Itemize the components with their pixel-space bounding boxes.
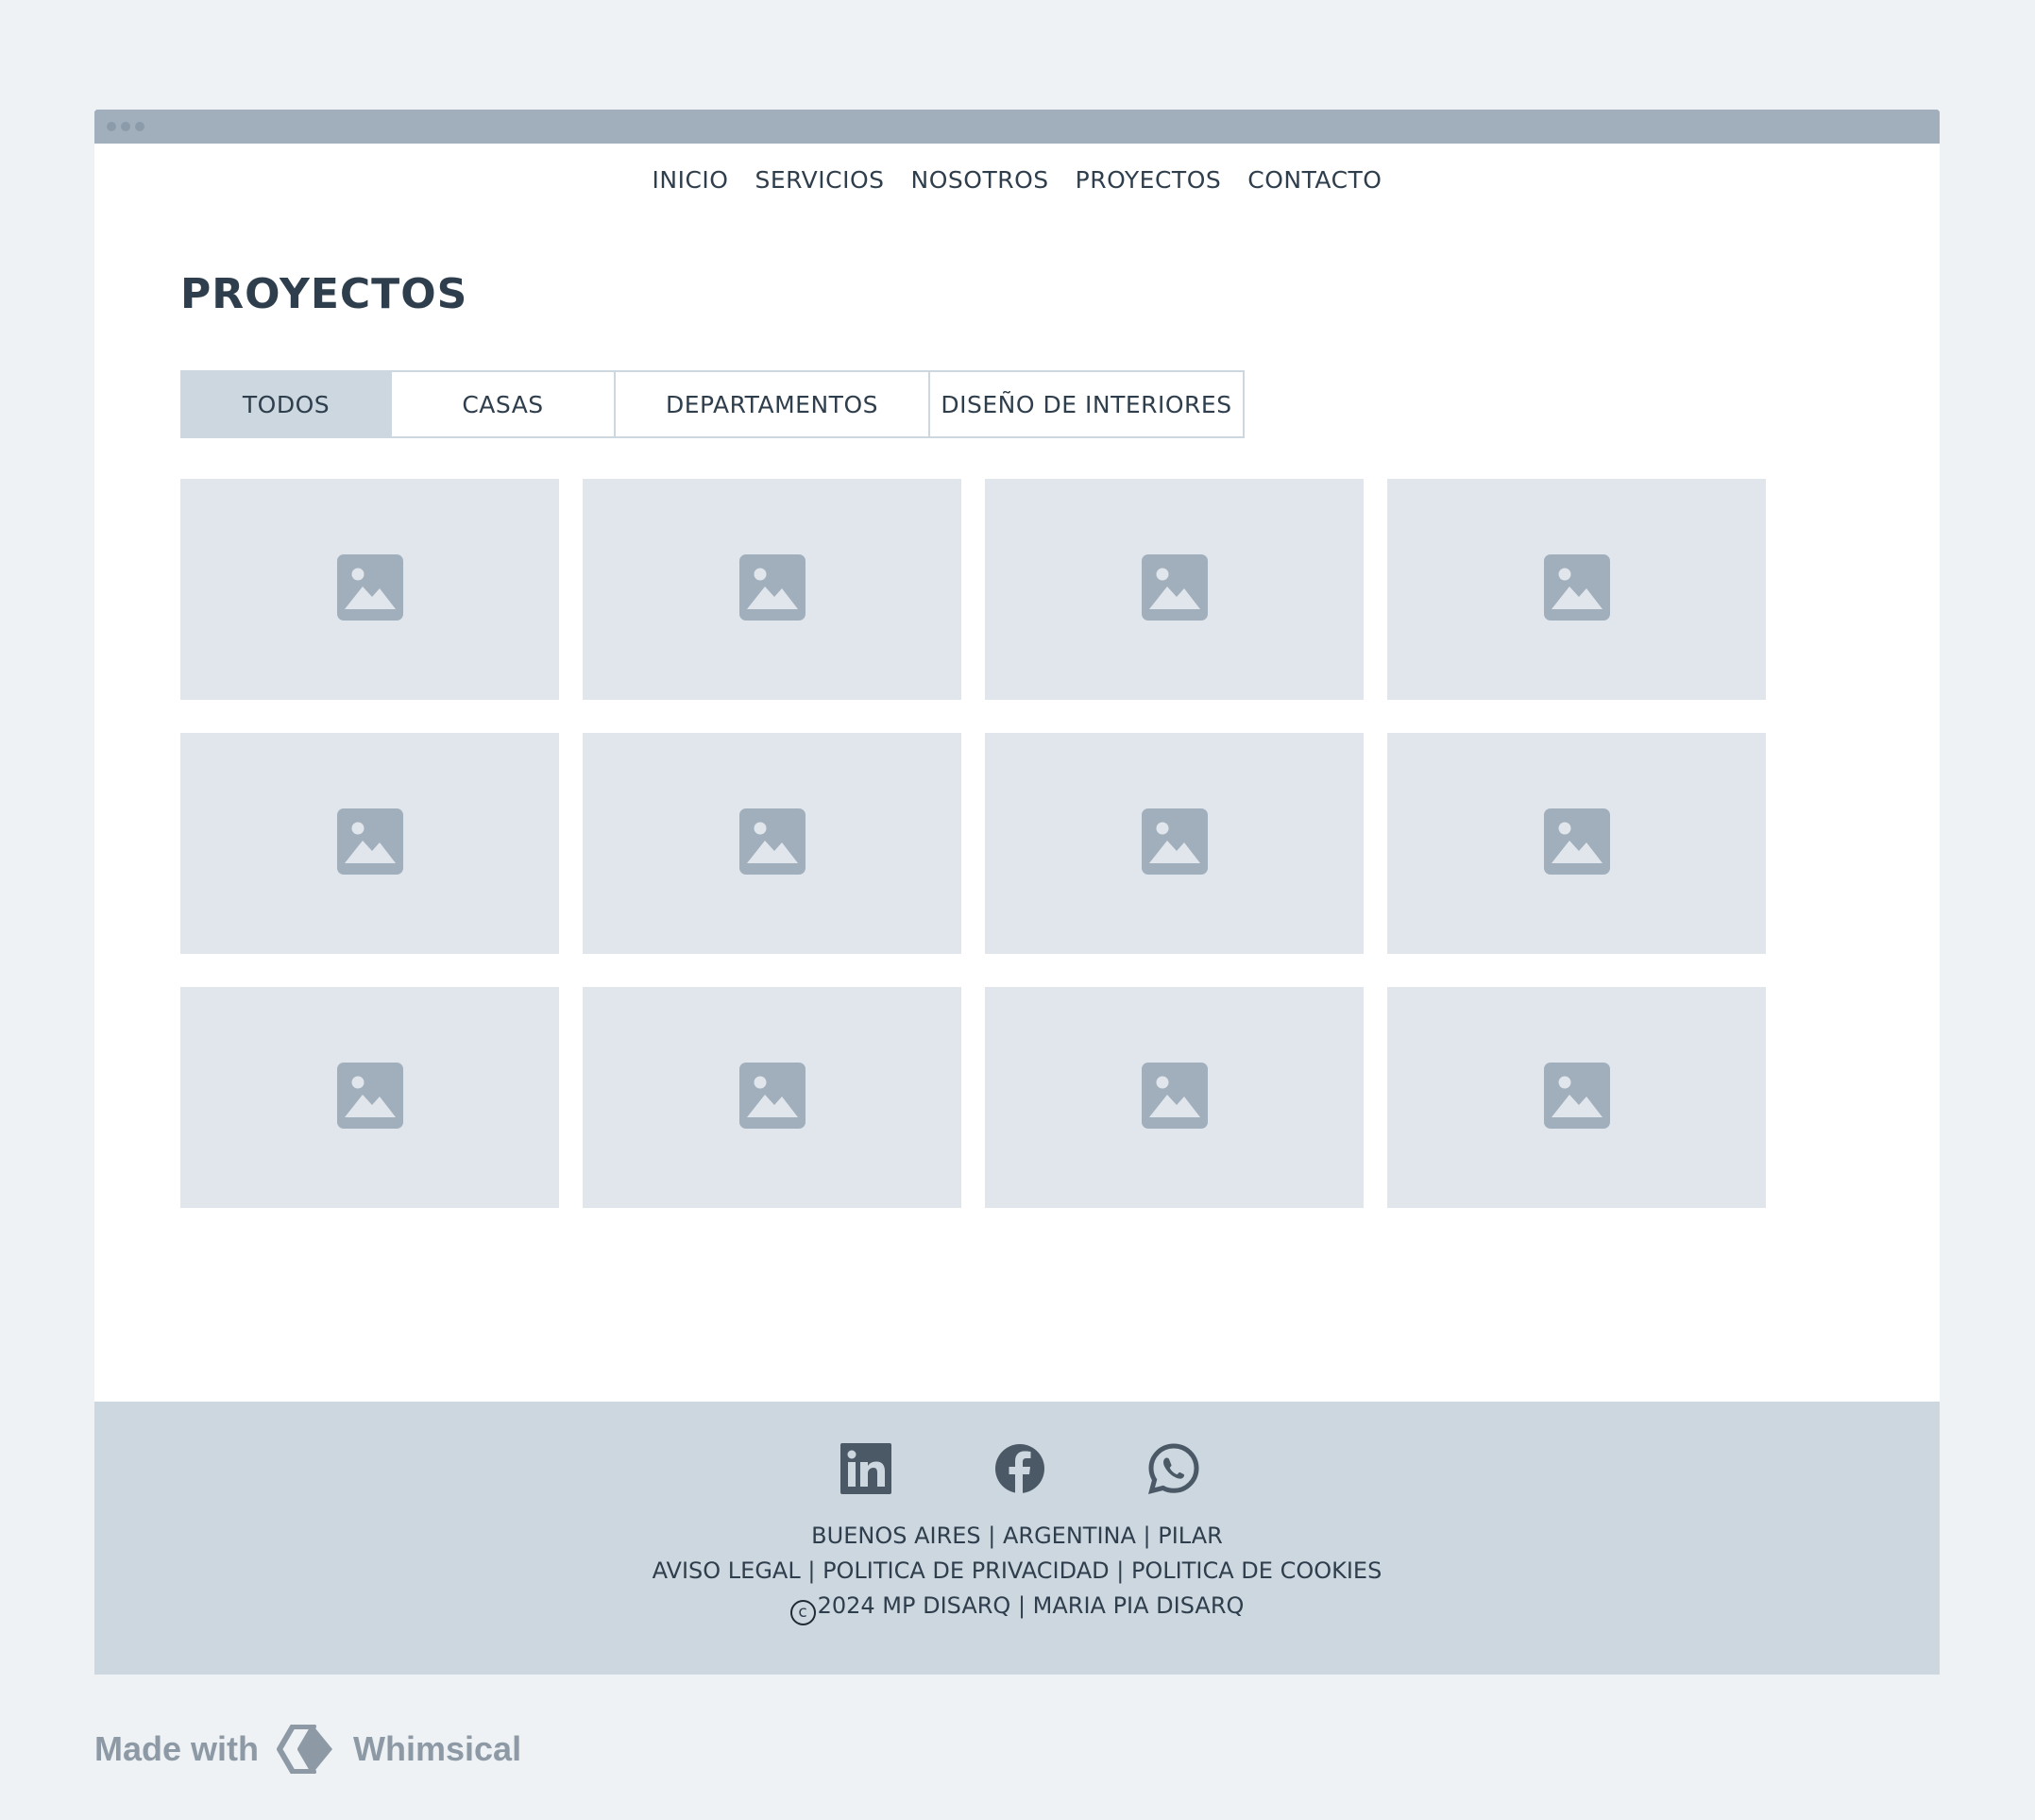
page-title: PROYECTOS: [180, 270, 468, 318]
watermark-prefix: Made with: [94, 1729, 260, 1768]
project-thumbnail[interactable]: [1387, 987, 1766, 1208]
tab-todos[interactable]: TODOS: [180, 370, 392, 438]
image-placeholder-icon: [738, 1063, 806, 1132]
project-thumbnail[interactable]: [1387, 479, 1766, 700]
filter-tabs: TODOS CASAS DEPARTAMENTOS DISEÑO DE INTE…: [180, 370, 1245, 438]
watermark-brand: Whimsical: [353, 1729, 522, 1768]
footer-info: BUENOS AIRES | ARGENTINA | PILAR AVISO L…: [94, 1519, 1940, 1625]
whimsical-logo-icon: [272, 1725, 340, 1774]
privacidad-link[interactable]: POLITICA DE PRIVACIDAD: [822, 1557, 1110, 1584]
window-dot: [107, 122, 116, 131]
project-gallery: [180, 479, 1766, 1208]
window-controls: [107, 122, 144, 131]
image-placeholder-icon: [1543, 554, 1610, 624]
tab-casas[interactable]: CASAS: [392, 370, 616, 438]
window-titlebar: [94, 110, 1940, 144]
project-thumbnail[interactable]: [180, 987, 559, 1208]
project-thumbnail[interactable]: [1387, 733, 1766, 954]
copyright-text: 2024 MP DISARQ | MARIA PIA DISARQ: [817, 1592, 1245, 1619]
project-thumbnail[interactable]: [985, 479, 1364, 700]
footer-copyright: c 2024 MP DISARQ | MARIA PIA DISARQ: [94, 1589, 1940, 1625]
linkedin-icon[interactable]: [839, 1443, 891, 1494]
image-placeholder-icon: [1141, 554, 1208, 624]
nav-item-nosotros[interactable]: NOSOTROS: [911, 166, 1049, 194]
image-placeholder-icon: [1543, 1063, 1610, 1132]
image-placeholder-icon: [1141, 1063, 1208, 1132]
footer-separator: |: [1109, 1557, 1131, 1584]
tab-diseno-de-interiores[interactable]: DISEÑO DE INTERIORES: [930, 370, 1245, 438]
image-placeholder-icon: [336, 808, 403, 878]
footer-separator: |: [800, 1557, 823, 1584]
nav-item-inicio[interactable]: INICIO: [653, 166, 729, 194]
nav-item-contacto[interactable]: CONTACTO: [1247, 166, 1382, 194]
project-thumbnail[interactable]: [583, 987, 961, 1208]
cookies-link[interactable]: POLITICA DE COOKIES: [1131, 1557, 1382, 1584]
image-placeholder-icon: [336, 554, 403, 624]
whimsical-watermark: Made with Whimsical: [94, 1725, 521, 1774]
window-dot: [121, 122, 130, 131]
window-dot: [135, 122, 144, 131]
nav-item-servicios[interactable]: SERVICIOS: [755, 166, 884, 194]
project-thumbnail[interactable]: [180, 733, 559, 954]
project-thumbnail[interactable]: [180, 479, 559, 700]
image-placeholder-icon: [1543, 808, 1610, 878]
social-links: [94, 1443, 1940, 1494]
footer-location: BUENOS AIRES | ARGENTINA | PILAR: [811, 1522, 1223, 1549]
image-placeholder-icon: [1141, 808, 1208, 878]
image-placeholder-icon: [738, 554, 806, 624]
whatsapp-icon[interactable]: [1147, 1443, 1199, 1494]
facebook-icon[interactable]: [994, 1443, 1045, 1494]
project-thumbnail[interactable]: [985, 733, 1364, 954]
copyright-icon: c: [789, 1600, 816, 1625]
project-thumbnail[interactable]: [583, 479, 961, 700]
image-placeholder-icon: [738, 808, 806, 878]
main-nav: INICIO SERVICIOS NOSOTROS PROYECTOS CONT…: [94, 166, 1940, 194]
footer-legal-links: AVISO LEGAL | POLITICA DE PRIVACIDAD | P…: [94, 1554, 1940, 1589]
aviso-legal-link[interactable]: AVISO LEGAL: [653, 1557, 801, 1584]
tab-departamentos[interactable]: DEPARTAMENTOS: [616, 370, 930, 438]
project-thumbnail[interactable]: [583, 733, 961, 954]
footer: BUENOS AIRES | ARGENTINA | PILAR AVISO L…: [94, 1402, 1940, 1675]
browser-window: INICIO SERVICIOS NOSOTROS PROYECTOS CONT…: [94, 110, 1940, 1675]
project-thumbnail[interactable]: [985, 987, 1364, 1208]
image-placeholder-icon: [336, 1063, 403, 1132]
nav-item-proyectos[interactable]: PROYECTOS: [1076, 166, 1222, 194]
